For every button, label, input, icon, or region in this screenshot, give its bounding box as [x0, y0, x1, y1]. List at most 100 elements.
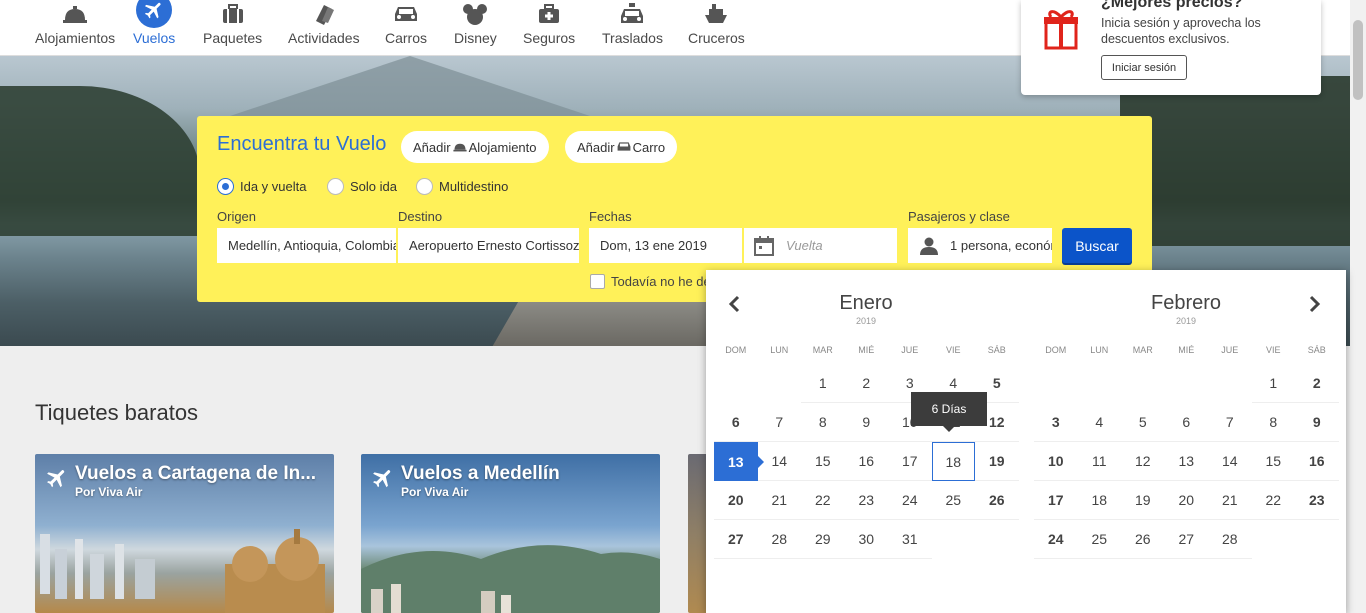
nav-item-disney[interactable]: Disney — [454, 0, 497, 56]
car-icon — [391, 0, 421, 28]
add-car-button[interactable]: Añadir Carro — [565, 131, 678, 163]
calendar-day[interactable]: 14 — [757, 442, 801, 481]
weekday-header: MAR — [812, 345, 833, 355]
radio-one-way[interactable]: Solo ida — [327, 178, 397, 195]
calendar-day[interactable]: 27 — [714, 520, 758, 559]
calendar-day[interactable]: 17 — [888, 442, 932, 481]
deal-card-partial[interactable] — [688, 454, 708, 613]
calendar-day[interactable]: 29 — [801, 520, 845, 559]
deal-card-image — [688, 454, 708, 613]
calendar-day[interactable]: 7 — [1208, 403, 1252, 442]
calendar-day[interactable]: 24 — [1034, 520, 1078, 559]
radio-multidestination[interactable]: Multidestino — [416, 178, 508, 195]
calendar-day[interactable]: 27 — [1164, 520, 1208, 559]
passengers-input[interactable]: 1 persona, económica — [908, 228, 1052, 263]
calendar-day[interactable]: 2 — [1295, 364, 1339, 403]
calendar-day[interactable]: 5 — [1121, 403, 1165, 442]
next-month-button[interactable] — [1303, 294, 1327, 318]
nav-item-actividades[interactable]: Actividades — [288, 0, 360, 56]
calendar-day[interactable]: 15 — [801, 442, 845, 481]
chevron-right-icon — [1309, 295, 1321, 318]
ship-icon — [701, 0, 731, 28]
calendar-day[interactable]: 1 — [801, 364, 845, 403]
calendar-day[interactable]: 6 — [714, 403, 758, 442]
calendar-day[interactable]: 15 — [1251, 442, 1295, 481]
city-skyline-graphic — [40, 529, 325, 613]
calendar-day[interactable]: 22 — [801, 481, 845, 520]
calendar-day[interactable]: 11 — [1077, 442, 1121, 481]
calendar-day[interactable]: 18 — [931, 442, 975, 481]
calendar-day[interactable]: 30 — [844, 520, 888, 559]
calendar-day[interactable]: 31 — [888, 520, 932, 559]
page-scrollbar[interactable] — [1350, 0, 1366, 613]
nav-item-alojamientos[interactable]: Alojamientos — [35, 0, 115, 56]
deal-card-cartagena[interactable]: Vuelos a Cartagena de In... Por Viva Air — [35, 454, 334, 613]
deal-card-medellin[interactable]: Vuelos a Medellín Por Viva Air — [361, 454, 660, 613]
calendar-day[interactable]: 16 — [1295, 442, 1339, 481]
add-label: Añadir — [577, 139, 615, 155]
add-hotel-label: Alojamiento — [468, 139, 537, 155]
hotel-bell-icon — [60, 0, 90, 28]
calendar-day[interactable]: 6 — [1164, 403, 1208, 442]
calendar-day[interactable]: 20 — [714, 481, 758, 520]
calendar-day[interactable]: 17 — [1034, 481, 1078, 520]
calendar-day[interactable]: 16 — [844, 442, 888, 481]
search-button[interactable]: Buscar — [1062, 228, 1132, 263]
nav-item-traslados[interactable]: Traslados — [602, 0, 663, 56]
calendar-day[interactable]: 14 — [1208, 442, 1252, 481]
hero-mountain — [230, 56, 590, 116]
deal-card-title: Vuelos a Cartagena de In... — [75, 463, 317, 484]
calendar-day[interactable]: 8 — [801, 403, 845, 442]
nav-item-paquetes[interactable]: Paquetes — [203, 0, 262, 56]
departure-date-input[interactable]: Dom, 13 ene 2019 — [589, 228, 742, 263]
destination-label: Destino — [398, 209, 443, 224]
prev-month-button[interactable] — [722, 294, 746, 318]
calendar-day[interactable]: 23 — [1295, 481, 1339, 520]
calendar-day[interactable]: 21 — [757, 481, 801, 520]
weekday-header: DOM — [725, 345, 747, 355]
calendar-day[interactable]: 2 — [844, 364, 888, 403]
calendar-day[interactable]: 26 — [1121, 520, 1165, 559]
calendar-day[interactable]: 10 — [1034, 442, 1078, 481]
mountains-graphic — [361, 545, 660, 613]
scrollbar-thumb[interactable] — [1353, 20, 1363, 100]
calendar-day[interactable]: 24 — [888, 481, 932, 520]
tickets-icon — [309, 0, 339, 28]
login-button[interactable]: Iniciar sesión — [1101, 55, 1187, 80]
calendar-day[interactable]: 28 — [1208, 520, 1252, 559]
calendar-day[interactable]: 8 — [1251, 403, 1295, 442]
nav-item-cruceros[interactable]: Cruceros — [688, 0, 745, 56]
calendar-day[interactable]: 21 — [1208, 481, 1252, 520]
calendar-day[interactable]: 25 — [1077, 520, 1121, 559]
calendar-day[interactable]: 22 — [1251, 481, 1295, 520]
calendar-day[interactable]: 28 — [757, 520, 801, 559]
calendar-day[interactable]: 13 — [714, 442, 763, 481]
calendar-day[interactable]: 1 — [1251, 364, 1295, 403]
calendar-day[interactable]: 19 — [975, 442, 1019, 481]
calendar-day[interactable]: 9 — [1295, 403, 1339, 442]
calendar-day[interactable]: 18 — [1077, 481, 1121, 520]
calendar-day[interactable]: 19 — [1121, 481, 1165, 520]
promo-text: Inicia sesión y aprovecha los descuentos… — [1101, 16, 1261, 46]
calendar-day[interactable]: 7 — [757, 403, 801, 442]
car-icon — [617, 140, 631, 155]
nav-item-seguros[interactable]: Seguros — [523, 0, 575, 56]
calendar-day[interactable]: 25 — [931, 481, 975, 520]
calendar-day[interactable]: 13 — [1164, 442, 1208, 481]
destination-input[interactable]: Aeropuerto Ernesto Cortissoz — [398, 228, 579, 263]
calendar-day[interactable]: 4 — [1077, 403, 1121, 442]
calendar-day[interactable]: 20 — [1164, 481, 1208, 520]
weekday-header: VIE — [1265, 345, 1281, 355]
calendar-day[interactable]: 12 — [1121, 442, 1165, 481]
nav-item-carros[interactable]: Carros — [385, 0, 427, 56]
calendar-day[interactable]: 23 — [844, 481, 888, 520]
calendar-day[interactable]: 3 — [1034, 403, 1078, 442]
origin-input[interactable]: Medellín, Antioquia, Colombia — [217, 228, 396, 263]
calendar-day[interactable]: 26 — [975, 481, 1019, 520]
add-hotel-button[interactable]: Añadir Alojamiento — [401, 131, 549, 163]
radio-round-trip[interactable]: Ida y vuelta — [217, 178, 307, 195]
return-date-input[interactable]: Vuelta — [744, 228, 897, 263]
calendar-day[interactable]: 9 — [844, 403, 888, 442]
nav-item-vuelos[interactable]: Vuelos — [133, 0, 175, 56]
weekday-header: MIÉ — [858, 345, 875, 355]
